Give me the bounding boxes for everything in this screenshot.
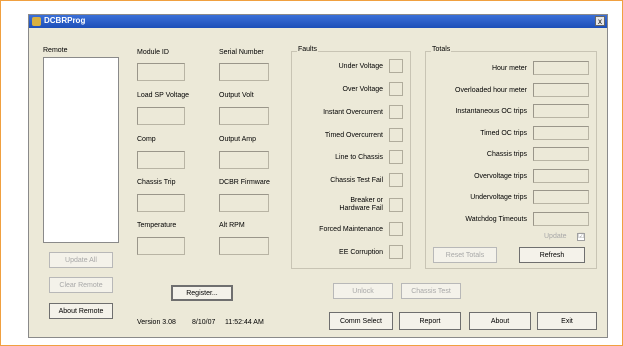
total-label: Overvoltage trips	[474, 173, 527, 180]
fault-label: Forced Maintenance	[319, 226, 383, 233]
total-field	[533, 147, 589, 161]
fault-label: Instant Overcurrent	[323, 109, 383, 116]
fault-indicator	[389, 222, 403, 236]
exit-button[interactable]: Exit	[537, 312, 597, 330]
module-id-label: Module ID	[137, 49, 169, 56]
alt-rpm-label: Alt RPM	[219, 222, 245, 229]
alt-rpm-field	[219, 237, 269, 255]
reset-totals-button[interactable]: Reset Totals	[433, 247, 497, 263]
temperature-field	[137, 237, 185, 255]
comm-select-button[interactable]: Comm Select	[329, 312, 393, 330]
total-label: Overloaded hour meter	[455, 87, 527, 94]
total-label: Undervoltage trips	[470, 194, 527, 201]
totals-title: Totals	[431, 46, 452, 53]
serial-number-label: Serial Number	[219, 49, 264, 56]
comp-label: Comp	[137, 136, 156, 143]
module-id-field	[137, 63, 185, 81]
report-button[interactable]: Report	[399, 312, 461, 330]
fault-label: Under Voltage	[338, 63, 383, 70]
dcbr-firmware-field	[219, 194, 269, 212]
faults-title: Faults	[297, 46, 319, 53]
app-window: DCBRProg x Remote Update All Clear Remot…	[28, 14, 608, 338]
fault-indicator	[389, 105, 403, 119]
fault-indicator	[389, 173, 403, 187]
total-field	[533, 190, 589, 204]
register-button[interactable]: Register...	[171, 285, 233, 301]
output-amp-label: Output Amp	[219, 136, 256, 143]
update-all-button[interactable]: Update All	[49, 252, 113, 268]
app-icon	[32, 17, 41, 26]
output-volt-label: Output Volt	[219, 92, 254, 99]
about-button[interactable]: About	[469, 312, 531, 330]
window-title: DCBRProg	[44, 16, 86, 25]
fault-indicator	[389, 245, 403, 259]
fault-indicator	[389, 198, 403, 212]
chassis-test-button[interactable]: Chassis Test	[401, 283, 461, 299]
fault-label: Line to Chassis	[335, 154, 383, 161]
about-remote-button[interactable]: About Remote	[49, 303, 113, 319]
total-label: Timed OC trips	[480, 130, 527, 137]
total-label: Watchdog Timeouts	[465, 216, 527, 223]
comp-field	[137, 151, 185, 169]
fault-indicator	[389, 59, 403, 73]
load-sp-voltage-label: Load SP Voltage	[137, 92, 190, 99]
chassis-trip-label: Chassis Trip	[137, 179, 176, 186]
close-button[interactable]: x	[595, 16, 605, 26]
update-checkbox[interactable]: ☑	[577, 233, 585, 241]
total-field	[533, 126, 589, 140]
total-field	[533, 212, 589, 226]
dcbr-firmware-label: DCBR Firmware	[219, 179, 270, 186]
fault-indicator	[389, 82, 403, 96]
temperature-label: Temperature	[137, 222, 177, 229]
fault-indicator	[389, 128, 403, 142]
fault-label: Chassis Test Fail	[330, 177, 383, 184]
remote-list[interactable]	[43, 57, 119, 243]
update-checkbox-label: Update	[544, 233, 567, 240]
clear-remote-button[interactable]: Clear Remote	[49, 277, 113, 293]
total-field	[533, 169, 589, 183]
version-label: Version 3.08	[137, 319, 176, 326]
serial-number-field	[219, 63, 269, 81]
fault-label: Breaker or Hardware Fail	[339, 197, 383, 212]
total-label: Hour meter	[491, 65, 527, 72]
date-label: 8/10/07	[192, 319, 216, 326]
title-bar[interactable]: DCBRProg x	[29, 15, 607, 28]
fault-label: Timed Overcurrent	[324, 132, 383, 139]
total-field	[533, 104, 589, 118]
output-amp-field	[219, 151, 269, 169]
fault-label: EE Corruption	[339, 249, 383, 256]
total-field	[533, 83, 589, 97]
chassis-trip-field	[137, 194, 185, 212]
fault-label: Over Voltage	[342, 86, 383, 93]
load-sp-voltage-field	[137, 107, 185, 125]
total-label: Instantaneous OC trips	[455, 108, 527, 115]
refresh-button[interactable]: Refresh	[519, 247, 585, 263]
fault-indicator	[389, 150, 403, 164]
unlock-button[interactable]: Unlock	[333, 283, 393, 299]
output-volt-field	[219, 107, 269, 125]
total-field	[533, 61, 589, 75]
time-label: 11:52:44 AM	[225, 319, 264, 326]
total-label: Chassis trips	[486, 151, 527, 158]
remote-label: Remote	[43, 47, 68, 54]
